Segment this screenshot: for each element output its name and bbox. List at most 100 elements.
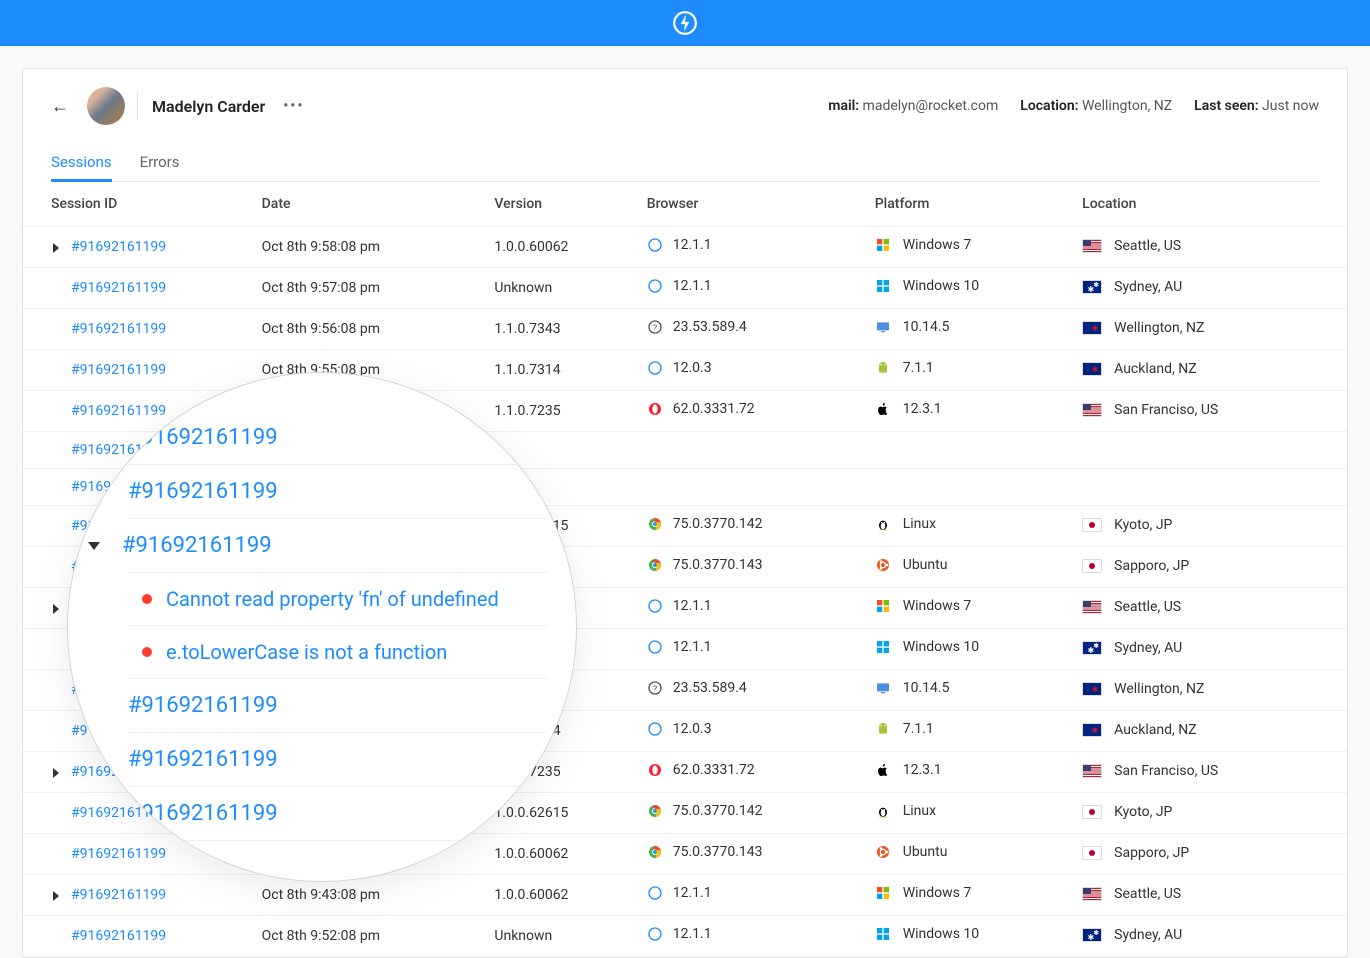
session-id-link[interactable]: #91692161199 [71, 403, 166, 419]
session-id-link[interactable]: #91692161199 [71, 239, 166, 255]
cell-platform: 7.1.1 [875, 350, 1082, 391]
cell-platform [875, 469, 1082, 506]
win7-icon [875, 237, 891, 253]
expand-caret-icon[interactable] [53, 768, 59, 778]
session-id-link[interactable]: #91692161199 [128, 747, 278, 772]
cell-platform: Ubuntu [875, 834, 1082, 875]
safari-icon [647, 360, 663, 376]
cell-location: Seattle, US [1082, 588, 1347, 629]
cell-browser: 12.0.3 [647, 711, 875, 752]
cell-platform: 10.14.5 [875, 309, 1082, 350]
bolt-logo-icon [672, 10, 698, 36]
safari-icon [647, 885, 663, 901]
cell-date: Oct 8th 9:58:08 pm [262, 227, 495, 268]
flag-us-icon [1082, 239, 1102, 253]
session-row[interactable]: #91692161199 [128, 519, 548, 573]
expand-caret-icon[interactable] [53, 891, 59, 901]
cell-location: San Franciso, US [1082, 752, 1347, 793]
session-id-link[interactable]: #91692161199 [71, 887, 166, 903]
tab-sessions[interactable]: Sessions [51, 143, 112, 181]
user-location: Location: Wellington, NZ [1020, 98, 1172, 114]
table-row: #91692161199Oct 8th 9:56:08 pm1.1.0.7343… [23, 309, 1347, 350]
chrome-icon [647, 516, 663, 532]
flag-au-icon [1082, 641, 1102, 655]
opera-icon [647, 401, 663, 417]
cell-browser: 12.1.1 [647, 875, 875, 916]
flag-jp-icon [1082, 805, 1102, 819]
cell-platform: Windows 10 [875, 268, 1082, 309]
flag-nz-icon [1082, 321, 1102, 335]
col-platform: Platform [875, 182, 1082, 227]
chrome-icon [647, 844, 663, 860]
back-button[interactable]: ← [51, 96, 69, 117]
top-bar [0, 0, 1370, 46]
flag-au-icon [1082, 280, 1102, 294]
flag-us-icon [1082, 403, 1102, 417]
linux-icon [875, 803, 891, 819]
cell-browser: 12.1.1 [647, 588, 875, 629]
error-dot-icon [142, 647, 152, 657]
more-button[interactable]: ••• [283, 98, 304, 114]
cell-location: Sapporo, JP [1082, 547, 1347, 588]
cell-platform [875, 432, 1082, 469]
cell-location: Wellington, NZ [1082, 309, 1347, 350]
chevron-down-icon[interactable] [88, 542, 100, 550]
flag-nz-icon [1082, 723, 1102, 737]
error-row[interactable]: e.toLowerCase is not a function [128, 626, 548, 679]
avatar[interactable] [87, 87, 125, 125]
table-row: #91692161199Oct 8th 9:55:08 pm1.1.0.7314… [23, 350, 1347, 391]
cell-platform: 12.3.1 [875, 752, 1082, 793]
flag-au-icon [1082, 928, 1102, 942]
user-mail: mail: madelyn@rocket.com [828, 98, 998, 114]
cell-browser: 12.1.1 [647, 268, 875, 309]
table-row: #91692161199Oct 8th 9:58:08 pm1.0.0.6006… [23, 227, 1347, 268]
tab-errors[interactable]: Errors [140, 143, 180, 181]
ubuntu-icon [875, 557, 891, 573]
session-id-link[interactable]: #91692161199 [71, 362, 166, 378]
session-id-link[interactable]: #91692161199 [128, 693, 278, 718]
zoom-lens: #91692161199#91692161199#91692161199Cann… [67, 372, 577, 882]
user-lastseen: Last seen: Just now [1194, 98, 1319, 114]
user-name: Madelyn Carder [152, 97, 265, 116]
error-row[interactable]: Cannot read property 'fn' of undefined [128, 573, 548, 626]
table-row: #91692161199Oct 8th 9:52:08 pmUnknown12.… [23, 916, 1347, 957]
cell-browser: 75.0.3770.143 [647, 547, 875, 588]
cell-version: 1.0.0.62615 [494, 793, 646, 834]
session-id-link[interactable]: #91692161199 [128, 479, 278, 504]
safari-icon [647, 237, 663, 253]
cell-version: 1.1.0.7314 [494, 350, 646, 391]
error-dot-icon [142, 594, 152, 604]
col-session-id: Session ID [23, 182, 262, 227]
cell-browser: 62.0.3331.72 [647, 391, 875, 432]
col-version: Version [494, 182, 646, 227]
win10-icon [875, 639, 891, 655]
session-row[interactable]: #91692161199 [128, 465, 548, 519]
expand-caret-icon[interactable] [53, 243, 59, 253]
android-icon [875, 360, 891, 376]
cell-location [1082, 469, 1347, 506]
session-id-link[interactable]: #91692161199 [71, 928, 166, 944]
cell-location: Kyoto, JP [1082, 506, 1347, 547]
expand-caret-icon[interactable] [53, 604, 59, 614]
cell-browser: 75.0.3770.143 [647, 834, 875, 875]
cell-browser: 75.0.3770.142 [647, 506, 875, 547]
safari-icon [647, 721, 663, 737]
cell-platform: Windows 10 [875, 629, 1082, 670]
flag-us-icon [1082, 764, 1102, 778]
unknown-icon [647, 680, 663, 696]
cell-browser: 62.0.3331.72 [647, 752, 875, 793]
cell-platform: 10.14.5 [875, 670, 1082, 711]
session-row[interactable]: #91692161199 [128, 733, 548, 787]
session-id-link[interactable]: #91692161199 [71, 280, 166, 296]
safari-icon [647, 278, 663, 294]
cell-location: Seattle, US [1082, 227, 1347, 268]
flag-jp-icon [1082, 846, 1102, 860]
cell-location: Kyoto, JP [1082, 793, 1347, 834]
cell-browser: 23.53.589.4 [647, 670, 875, 711]
session-row[interactable]: #91692161199 [128, 679, 548, 733]
session-id-link[interactable]: #91692161199 [71, 846, 166, 862]
cell-version: Unknown [494, 268, 646, 309]
session-id-link[interactable]: #91692161199 [71, 321, 166, 337]
session-id-link[interactable]: #91692161199 [122, 533, 272, 558]
flag-jp-icon [1082, 518, 1102, 532]
